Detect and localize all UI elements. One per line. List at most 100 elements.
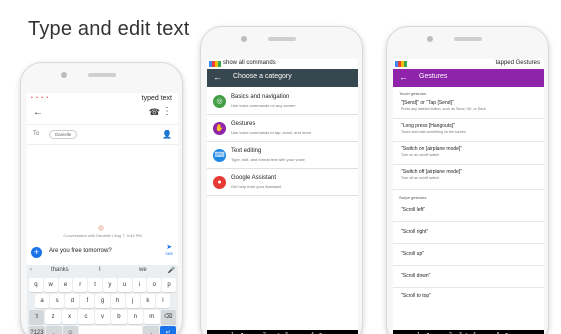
category-gestures[interactable]: ✋ Gestures Use voice commands to tap, sc… [207, 116, 358, 142]
key[interactable]: v [94, 310, 111, 324]
shift-key[interactable]: ⇧ [29, 310, 45, 324]
category-description: Use voice commands on any screen [231, 103, 296, 108]
attach-plus-icon[interactable]: + [31, 247, 42, 258]
suggestion-2[interactable]: I [99, 267, 101, 273]
period-key[interactable]: . [143, 326, 160, 334]
key[interactable]: r [73, 278, 88, 292]
divider [393, 221, 544, 222]
key[interactable]: d [65, 294, 80, 308]
call-icon[interactable]: ☎ [149, 107, 160, 118]
voice-feedback-bar: show all commands [207, 59, 358, 69]
hand-icon: ✋ [213, 122, 226, 135]
divider [393, 189, 544, 190]
earpiece [87, 73, 116, 77]
key[interactable]: n [127, 310, 144, 324]
divider [393, 265, 544, 266]
key[interactable]: s [50, 294, 65, 308]
symbols-key[interactable]: ?123 [29, 326, 45, 334]
mic-icon[interactable]: 🎤 [168, 267, 175, 274]
category-google-assistant[interactable]: ● Google Assistant Get help from your As… [207, 170, 358, 196]
swipe-command: "Scroll down" [401, 273, 431, 279]
send-button[interactable]: ➤ SMS [165, 244, 173, 257]
app-bar: ← Gestures [393, 69, 544, 87]
backspace-key[interactable]: ⌫ [160, 310, 176, 324]
command-description: Touch and hold something on the screen [401, 130, 466, 134]
camera-dot [241, 36, 247, 42]
command-text: "Switch on [airplane mode]" [401, 146, 463, 152]
swipe-command: "Scroll right" [401, 229, 429, 235]
chevron-left-icon[interactable]: ‹ [30, 267, 32, 273]
command-text: "[Send]" or "Tap [Send]" [401, 100, 454, 106]
category-title: Basics and navigation [231, 94, 290, 100]
space-key[interactable] [79, 326, 143, 334]
google-color-bar-icon [395, 61, 407, 67]
divider [393, 243, 544, 244]
enter-key[interactable]: ↵ [160, 326, 177, 334]
key[interactable]: q [29, 278, 43, 292]
key[interactable]: j [125, 294, 140, 308]
voice-feedback-text: typed text [141, 95, 172, 102]
key[interactable]: x [61, 310, 78, 324]
key[interactable]: h [110, 294, 125, 308]
keyboard-icon: ⌨ [213, 149, 226, 162]
message-input[interactable]: Are you free tomorrow? [49, 248, 112, 254]
key[interactable]: l [155, 294, 170, 308]
more-options-icon[interactable]: ⋮ [162, 106, 172, 117]
key[interactable]: c [78, 310, 94, 324]
contact-avatar [98, 225, 104, 231]
swipe-command: "Scroll to top" [401, 293, 431, 299]
add-person-icon[interactable]: 👤 [162, 130, 172, 139]
key[interactable]: b [111, 310, 127, 324]
category-description: Get help from your Assistant [231, 184, 282, 189]
messaging-screen: • • • • typed text ← ☎ ⋮ To Danielle 👤 C… [27, 93, 178, 334]
key[interactable]: a [35, 294, 50, 308]
key[interactable]: k [140, 294, 155, 308]
suggestion-3[interactable]: we [139, 267, 147, 273]
earpiece [453, 37, 482, 41]
key[interactable]: i [132, 278, 147, 292]
category-description: Use voice commands to tap, scroll, and m… [231, 130, 312, 135]
keyboard-row-4: ?123 , ☺ . ↵ [29, 326, 177, 334]
keyboard-row-2: a s d f g h j k l [35, 294, 170, 308]
back-arrow-icon[interactable]: ← [213, 72, 222, 82]
comma-key[interactable]: , [45, 326, 62, 334]
emoji-key[interactable]: ☺ [62, 326, 79, 334]
gesture-command: "Switch on [airplane mode]" Turn on an o… [401, 146, 540, 157]
key[interactable]: w [43, 278, 58, 292]
phone-mockup-gestures: tapped Gestures ← Gestures Touch gesture… [386, 26, 549, 334]
category-title: Gestures [231, 121, 256, 127]
key[interactable]: e [58, 278, 73, 292]
key[interactable]: o [147, 278, 162, 292]
gesture-command: "[Send]" or "Tap [Send]" Press any label… [401, 100, 540, 111]
recipient-chip[interactable]: Danielle [49, 130, 78, 139]
key[interactable]: y [102, 278, 117, 292]
command-description: Turn on an on/off switch [401, 153, 440, 157]
voice-feedback-text: tapped Gestures [495, 60, 540, 66]
keyboard-row-3: ⇧ z x c v b n m ⌫ [29, 310, 176, 324]
divider [393, 141, 544, 142]
key[interactable]: f [80, 294, 95, 308]
back-arrow-icon[interactable]: ← [399, 72, 408, 82]
category-description: Type, edit, and format text with your vo… [231, 157, 305, 162]
key[interactable]: z [45, 310, 61, 324]
key[interactable]: g [95, 294, 110, 308]
back-arrow-icon[interactable]: ← [33, 107, 43, 118]
navigation-bar: 1 ◀ 2 3 ● 4 5 ■ [393, 330, 544, 334]
category-text-editing[interactable]: ⌨ Text editing Type, edit, and format te… [207, 143, 358, 169]
key[interactable]: t [88, 278, 102, 292]
earpiece [267, 37, 296, 41]
status-bar-dots: • • • • [31, 95, 50, 101]
swipe-command: "Scroll left" [401, 207, 426, 213]
suggestion-1[interactable]: thanks [51, 267, 69, 273]
category-title: Google Assistant [231, 175, 277, 181]
category-basics-navigation[interactable]: ◎ Basics and navigation Use voice comman… [207, 89, 358, 115]
swipe-command: "Scroll up" [401, 251, 425, 257]
assistant-icon: ● [213, 176, 226, 189]
keyboard-row-1: q w e r t y u i o p [29, 278, 176, 292]
on-screen-keyboard: ‹ thanks I we 🎤 q w e r t y u i o p a s [27, 265, 178, 334]
command-text: "Long press [Hangouts]" [401, 123, 455, 129]
key[interactable]: p [162, 278, 176, 292]
key[interactable]: u [117, 278, 132, 292]
phone-mockup-messaging: • • • • typed text ← ☎ ⋮ To Danielle 👤 C… [20, 62, 183, 334]
key[interactable]: m [144, 310, 160, 324]
